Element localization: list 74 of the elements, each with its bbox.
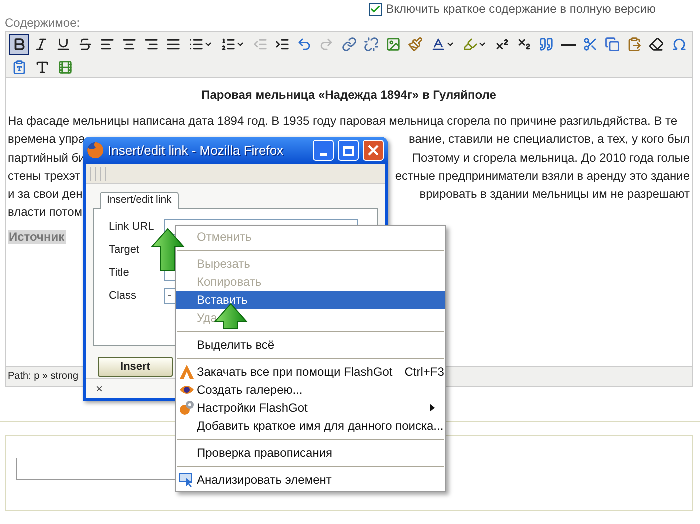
film-icon xyxy=(58,60,73,75)
field-label: Link URL xyxy=(109,220,156,235)
inspect-icon xyxy=(178,472,194,488)
caret-icon xyxy=(446,40,455,49)
shortcut-text: Ctrl+F3 xyxy=(404,364,444,381)
close-button[interactable] xyxy=(363,140,384,161)
cut-icon xyxy=(583,37,598,52)
subscript-icon xyxy=(516,37,532,52)
horizontal-rule-icon xyxy=(561,44,576,46)
omega-icon xyxy=(672,37,687,52)
caret-icon xyxy=(478,40,488,49)
indent-icon xyxy=(275,37,290,52)
menu-item[interactable]: Анализировать элемент xyxy=(176,471,445,489)
link-icon xyxy=(342,37,357,52)
menu-item[interactable]: Настройки FlashGot xyxy=(176,399,445,417)
paragraph-text: вание, ставили не специалистов, а тех, у кого был xyxy=(408,131,690,148)
align-left-icon xyxy=(100,37,115,52)
paragraph-text: естные предприниматели взяли в аренду это здание xyxy=(395,168,690,185)
strikethrough-icon xyxy=(78,37,93,52)
menu-item[interactable]: Вставить xyxy=(176,291,445,309)
paragraph-text: стены трехэт xyxy=(8,168,81,185)
highlighter-icon xyxy=(463,37,478,52)
caret-icon xyxy=(236,40,246,49)
paragraph-text: врировать в здании мельницы им не разрешают xyxy=(420,186,690,204)
minimize-button[interactable] xyxy=(313,140,334,161)
menu-item[interactable]: Проверка правописания xyxy=(176,444,445,462)
underline-icon xyxy=(56,37,71,52)
gears-icon xyxy=(178,400,194,416)
paragraph-text: власти потом xyxy=(8,204,83,222)
quote-icon xyxy=(539,37,554,52)
content-label: Содержимое: xyxy=(4,15,82,31)
summary-checkbox[interactable] xyxy=(369,2,382,16)
undo-icon xyxy=(297,37,312,52)
check-icon xyxy=(370,4,382,14)
field-label: Class xyxy=(109,288,138,304)
redo-icon xyxy=(319,37,334,52)
caret-icon xyxy=(204,40,213,49)
browser-logo-icon xyxy=(87,142,104,159)
field-label: Target xyxy=(109,242,141,258)
document-heading: Паровая мельница «Надежда 1894г» в Гуляйполе xyxy=(200,87,498,104)
paragraph-text: На фасаде мельницы написана дата 1894 год. В 1935 году паровая мельница сгорела по причине разгильдяйства. В те xyxy=(8,113,678,130)
close-icon xyxy=(368,145,379,156)
text-color-icon xyxy=(430,37,446,52)
bold-button[interactable] xyxy=(9,34,30,55)
outdent-icon xyxy=(253,37,268,52)
paste-icon xyxy=(627,37,642,52)
unlink-icon xyxy=(364,37,379,52)
menu-item[interactable]: Добавить краткое имя для данного поиска... xyxy=(176,417,445,435)
download-icon xyxy=(178,364,194,380)
menu-item[interactable]: Выделить всё xyxy=(176,336,445,354)
eraser-icon xyxy=(649,37,664,52)
brush-icon xyxy=(408,37,423,52)
align-right-icon xyxy=(144,37,159,52)
field-label: Title xyxy=(109,266,130,281)
justify-icon xyxy=(166,37,182,52)
paste-word-icon xyxy=(12,60,27,75)
paste-text-icon xyxy=(35,60,50,75)
italic-icon xyxy=(34,37,49,52)
dialog-tab[interactable]: Insert/edit link xyxy=(100,192,179,209)
menu-item[interactable]: Закачать все при помощи FlashGot Ctrl+F3 xyxy=(176,363,445,381)
image-icon xyxy=(386,37,401,52)
source-text: Источник xyxy=(8,230,66,244)
superscript-icon xyxy=(494,37,510,52)
dialog-title: Insert/edit link - Mozilla Firefox xyxy=(108,142,285,160)
insert-button[interactable]: Insert xyxy=(98,357,173,378)
paragraph-text: Поэтому и сгорела мельница. До 2010 года голые xyxy=(412,150,690,167)
paragraph-text: времена упра xyxy=(8,131,86,148)
bullet-list-icon xyxy=(188,37,204,52)
maximize-button[interactable] xyxy=(338,140,359,161)
copy-icon xyxy=(605,37,620,52)
align-center-icon xyxy=(122,37,137,52)
checkbox-label: Включить краткое содержание в полную версию xyxy=(386,1,656,18)
paragraph-text: и за свои ден xyxy=(8,186,83,204)
numbered-list-icon xyxy=(221,37,236,52)
